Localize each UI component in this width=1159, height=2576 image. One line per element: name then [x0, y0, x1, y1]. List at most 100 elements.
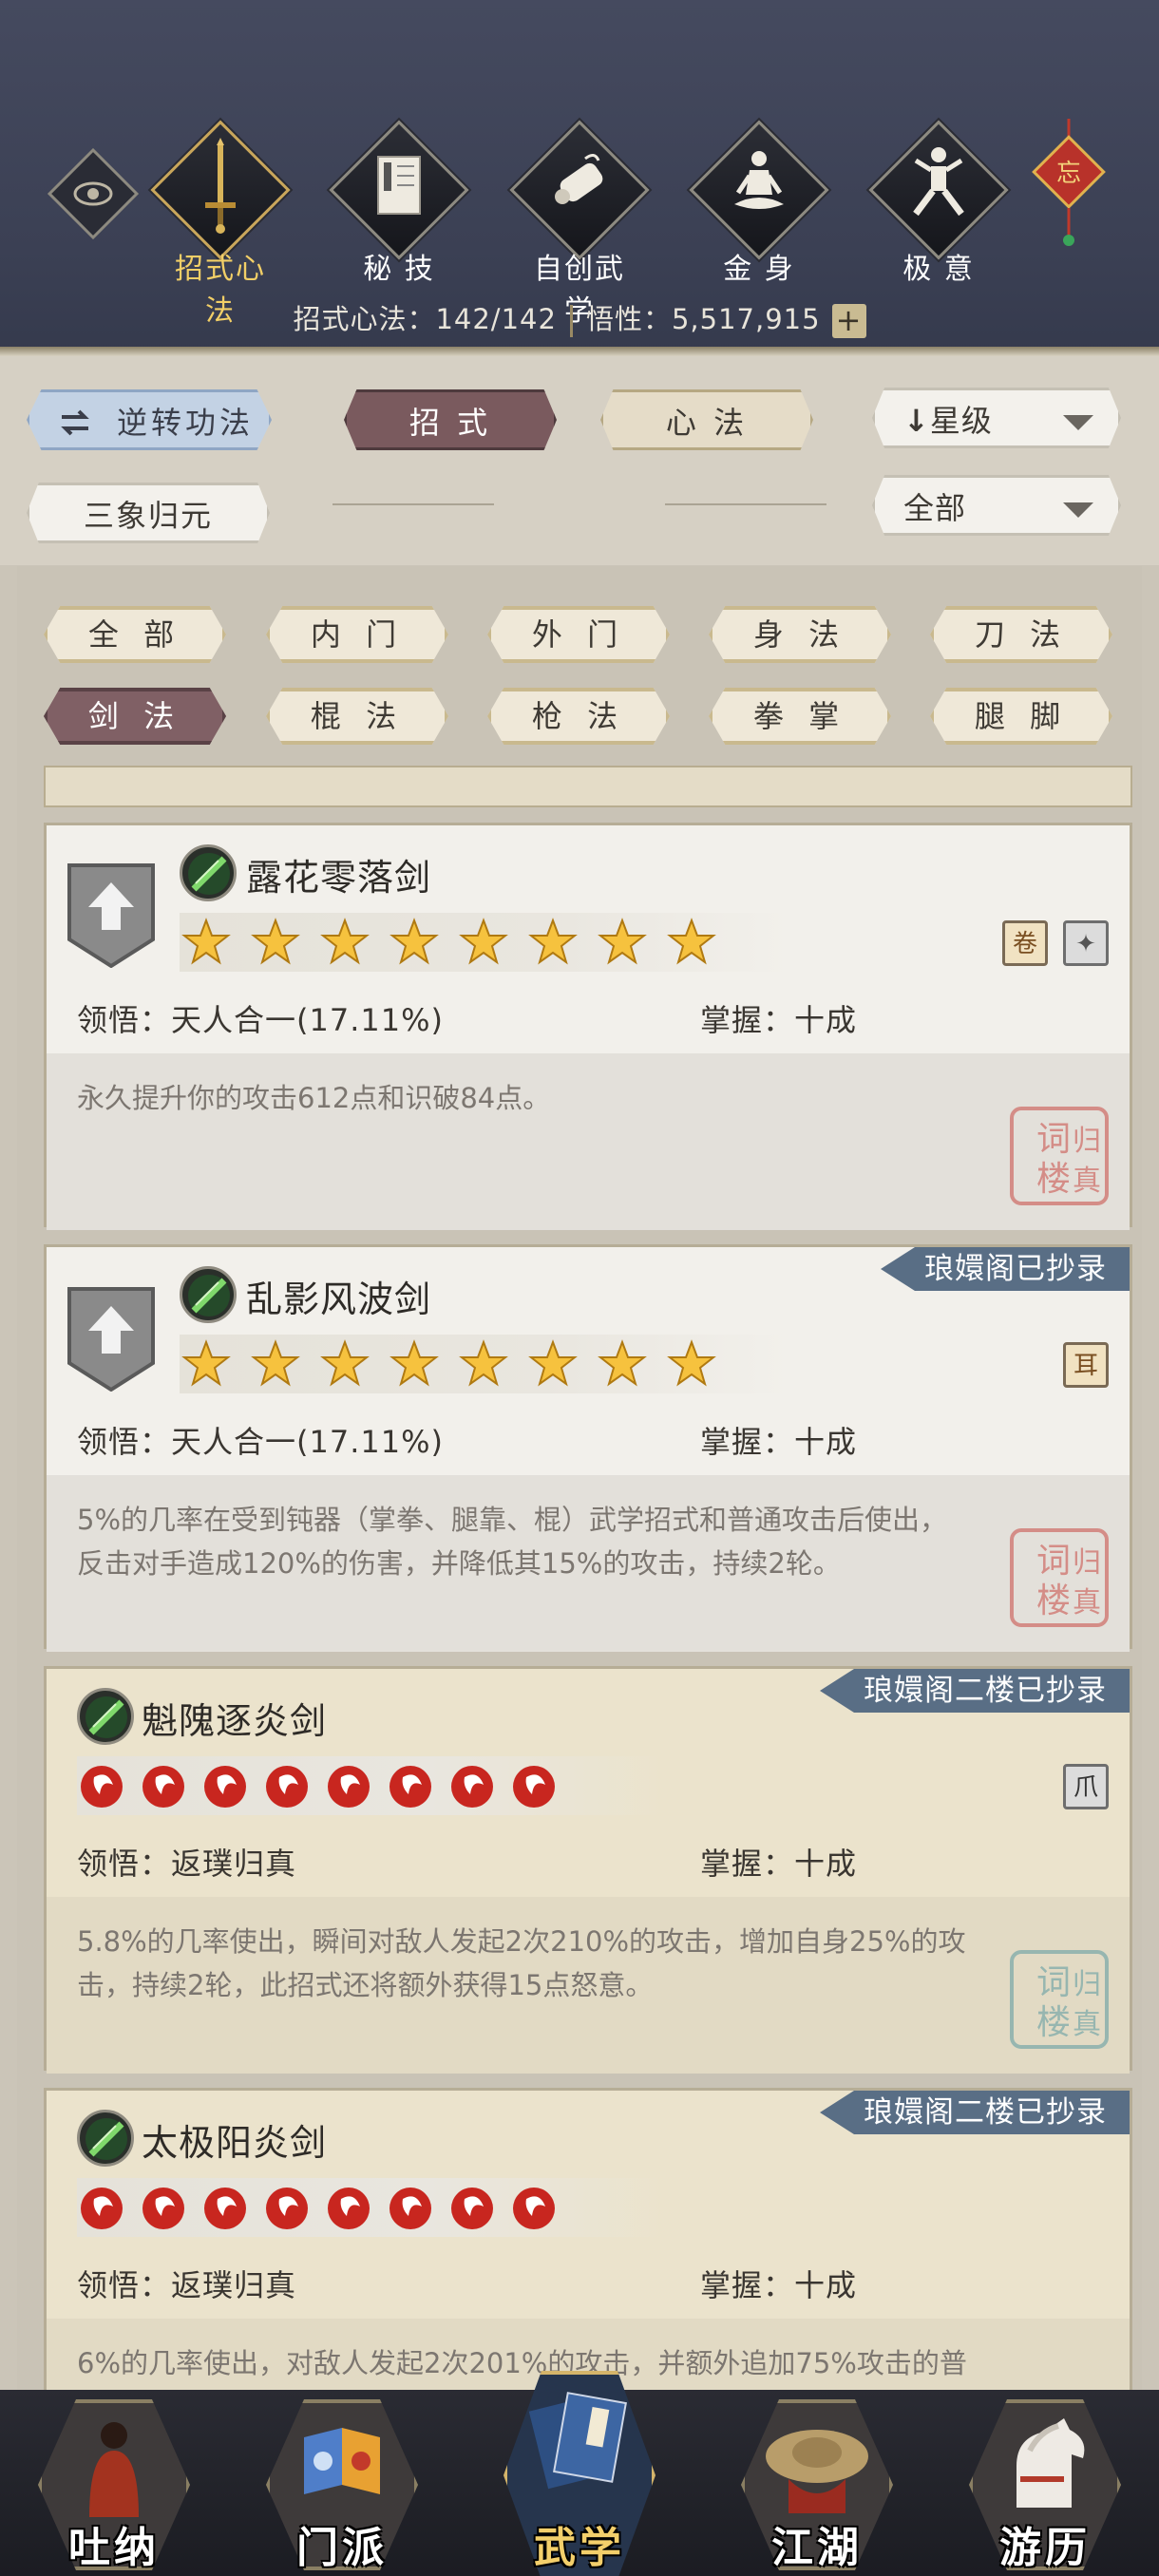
nav-label: 江湖: [771, 2524, 863, 2572]
reverse-label: 逆转功法: [116, 405, 254, 441]
top-header: 招式心法 秘 技 自创武学 金 身 极 意 忘 招式心法：142/142 悟性：5…: [0, 0, 1159, 356]
insight-label: 悟性：: [585, 303, 672, 335]
filter-neimen[interactable]: 内 门: [266, 606, 448, 663]
tab-label: 秘 技: [363, 253, 435, 286]
add-insight-button[interactable]: +: [831, 304, 866, 338]
skill-description: 5.8%的几率使出，瞬间对敌人发起2次210%的攻击，增加自身25%的攻 击，持续…: [47, 1897, 1130, 2074]
gold-star: [251, 1339, 300, 1387]
flame-rating: [77, 2178, 666, 2237]
gold-star: [598, 918, 647, 965]
filter-jianfa[interactable]: 剑 法: [44, 688, 226, 745]
skill-name: 魁隗逐炎剑: [142, 1700, 328, 1742]
star-rating: [180, 1335, 788, 1393]
gold-star: [320, 918, 370, 965]
filter-waimen[interactable]: 外 门: [487, 606, 670, 663]
sort-dropdown[interactable]: ↓星级: [872, 388, 1121, 448]
description-line: 反击对手造成120%的伤害，并降低其15%的攻击，持续2轮。: [77, 1547, 841, 1580]
svg-text:真: 真: [1073, 1165, 1101, 1198]
filter-quanzhang[interactable]: 拳 掌: [709, 688, 891, 745]
white-horse-icon: [1016, 2418, 1085, 2508]
sanxiang-button[interactable]: 三象归元: [27, 483, 270, 543]
skill-card[interactable]: 琅嬛阁二楼已抄录 太极阳炎剑 领悟：返璞归真 掌握：十成 6%的几率使出，对敌人…: [44, 2088, 1132, 2390]
red-flame-orb-row: [81, 1766, 555, 1808]
gold-star: [181, 1339, 231, 1387]
nav-tuna[interactable]: 吐纳: [38, 2390, 190, 2576]
insight-label: 领悟：: [77, 1424, 172, 1460]
mastery-label: 掌握：: [700, 1846, 795, 1882]
previous-card-edge: [44, 766, 1132, 807]
gold-star-row: [181, 918, 716, 965]
insight-label: 领悟：: [77, 2267, 172, 2303]
mastery-row: 掌握：十成: [700, 1840, 857, 1884]
monk-icon: [89, 2422, 139, 2517]
emblem-badge-icon[interactable]: ✦: [1063, 920, 1109, 966]
nav-youli[interactable]: 游历: [969, 2390, 1121, 2576]
nav-menpai[interactable]: 门派: [266, 2390, 418, 2576]
filter-daofa[interactable]: 刀 法: [930, 606, 1112, 663]
mastery-value: 十成: [794, 1846, 858, 1882]
archived-tag: 琅嬛阁已抄录: [881, 1247, 1130, 1291]
filter-gunfa[interactable]: 棍 法: [266, 688, 448, 745]
knot-charm-icon: 忘: [1032, 119, 1106, 246]
svg-text:归: 归: [1073, 1546, 1101, 1580]
gold-star: [390, 1339, 439, 1387]
gold-star: [320, 1339, 370, 1387]
red-seal-stamp: 词楼归真: [1010, 1528, 1109, 1627]
sword-skill-icon: [180, 1266, 237, 1323]
filter-shenfa[interactable]: 身 法: [709, 606, 891, 663]
insight-value: 天人合一(17.11%): [171, 1002, 445, 1038]
wang-char: 忘: [1056, 160, 1081, 188]
svg-text:楼: 楼: [1036, 1582, 1071, 1620]
nav-label: 武学: [534, 2524, 625, 2572]
mastery-label: 掌握：: [700, 1424, 795, 1460]
insight-value: 5,517,915: [671, 303, 821, 335]
gold-star: [667, 1339, 716, 1387]
red-flame-orb: [513, 2188, 555, 2229]
gold-star: [251, 918, 300, 965]
wang-charm-button[interactable]: 忘: [1031, 119, 1107, 256]
sword-skill-icon: [77, 1688, 134, 1745]
sword-skill-icon: [77, 2110, 134, 2167]
gold-star: [459, 918, 508, 965]
filter-dropdown[interactable]: 全部: [872, 475, 1121, 536]
mental-tab[interactable]: 心 法: [600, 389, 813, 450]
skill-card[interactable]: 琅嬛阁二楼已抄录 魁隗逐炎剑 爪 领悟：返璞归真 掌握：十成 5.8%的几率使出…: [44, 1666, 1132, 2074]
sect-banner-icon: [304, 2428, 380, 2494]
ear-badge-icon[interactable]: 耳: [1063, 1342, 1109, 1388]
skill-card[interactable]: 露花零落剑 卷 ✦ 领悟：天人合一(17.11%) 掌握：十成 永久提升你的攻击…: [44, 823, 1132, 1230]
nav-label: 门派: [296, 2524, 388, 2572]
flame-rating: [77, 1756, 666, 1815]
divider-left: [332, 503, 494, 505]
filter-all[interactable]: 全 部: [44, 606, 226, 663]
scroll-badge-icon[interactable]: 卷: [1002, 920, 1048, 966]
reverse-method-button[interactable]: 逆转功法: [27, 389, 272, 450]
description-line: 5.8%的几率使出，瞬间对敌人发起2次210%的攻击，增加自身25%的攻: [77, 1925, 966, 1958]
mastery-row: 掌握：十成: [700, 1418, 857, 1462]
filter-tuijiao[interactable]: 腿 脚: [930, 688, 1112, 745]
skills-count-value: 142/142: [435, 303, 557, 335]
red-flame-orb: [142, 1766, 184, 1808]
teal-seal-stamp: 词楼归真: [1010, 1950, 1109, 2049]
stats-bar: 招式心法：142/142 悟性：5,517,915 +: [0, 297, 1159, 338]
insight-row: 领悟：返璞归真: [77, 2262, 296, 2305]
red-flame-orb: [81, 1766, 123, 1808]
skill-card[interactable]: 琅嬛阁已抄录 乱影风波剑 耳 领悟：天人合一(17.11%) 掌握：十成 5%的: [44, 1244, 1132, 1652]
filter-qiangfa[interactable]: 枪 法: [487, 688, 670, 745]
skill-name: 乱影风波剑: [246, 1279, 432, 1320]
insight-row: 领悟：天人合一(17.11%): [77, 1418, 444, 1462]
archived-tag: 琅嬛阁二楼已抄录: [820, 2091, 1130, 2134]
insight-value: 返璞归真: [171, 1846, 297, 1882]
nav-label: 吐纳: [68, 2524, 160, 2572]
skill-description: 永久提升你的攻击612点和识破84点。: [47, 1053, 1130, 1230]
divider-right: [665, 503, 826, 505]
archived-tag: 琅嬛阁二楼已抄录: [820, 1669, 1130, 1713]
gold-star: [390, 918, 439, 965]
insight-row: 领悟：返璞归真: [77, 1840, 296, 1884]
nav-jianghu[interactable]: 江湖: [741, 2390, 893, 2576]
claw-badge-icon[interactable]: 爪: [1063, 1764, 1109, 1809]
eye-toggle[interactable]: [47, 147, 140, 240]
nav-wuxue[interactable]: 武学: [504, 2371, 656, 2576]
moves-tab[interactable]: 招 式: [344, 389, 557, 450]
swap-icon: [61, 409, 89, 436]
gold-star: [528, 1339, 578, 1387]
